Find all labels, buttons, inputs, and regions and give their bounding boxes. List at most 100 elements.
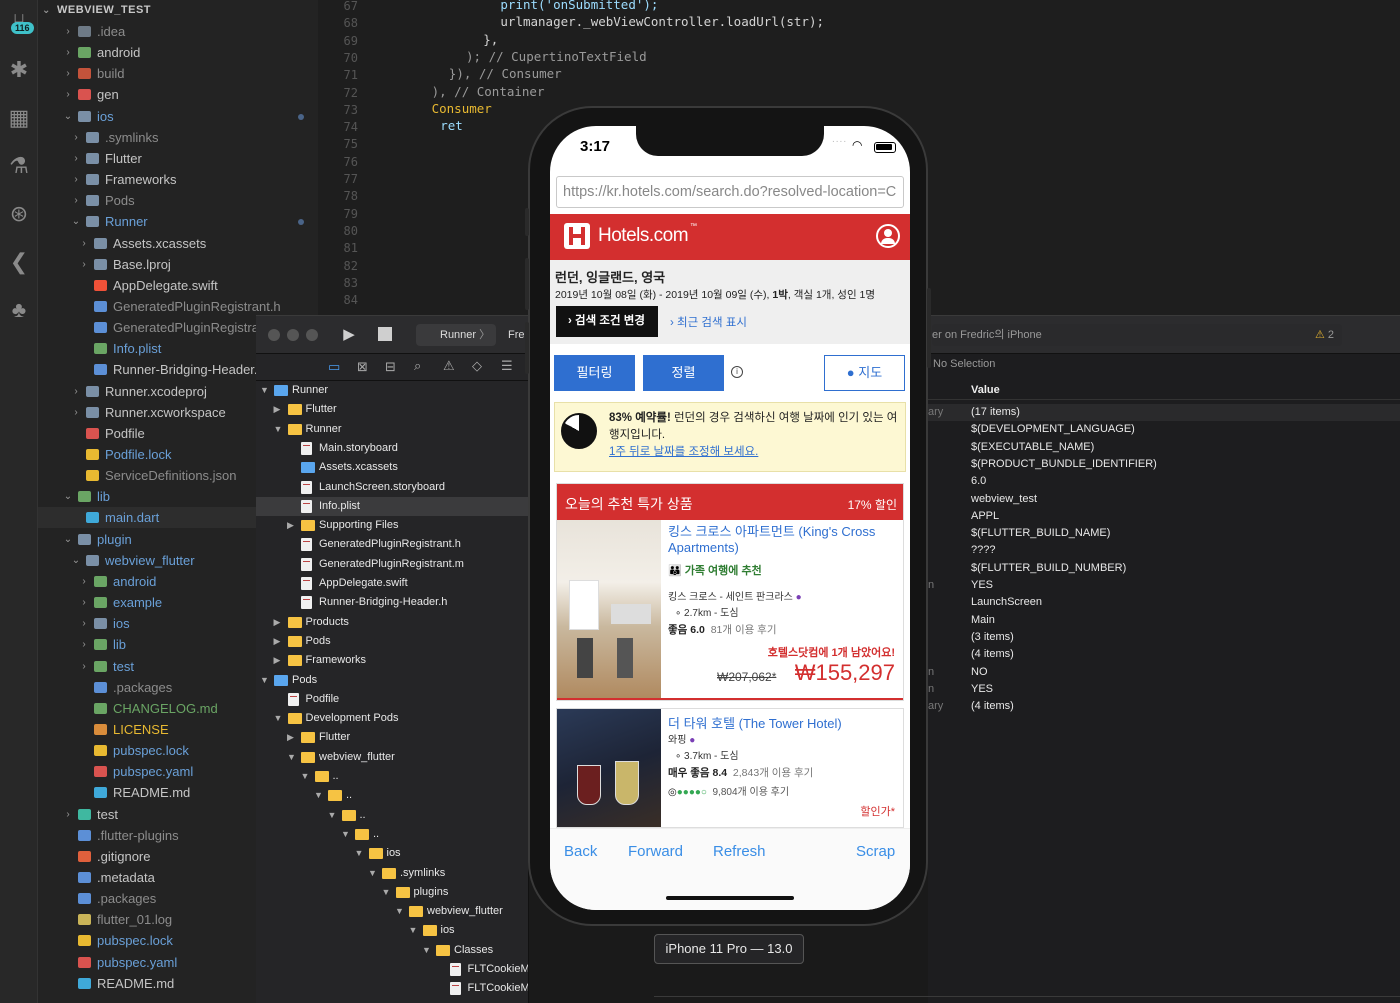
disclosure-open-icon[interactable]: ▼ xyxy=(395,902,404,921)
chevron-right-icon[interactable]: › xyxy=(70,190,82,211)
scheme-selector[interactable]: Runner 〉 xyxy=(416,324,496,346)
navigator-item[interactable]: ▼.. xyxy=(256,806,528,825)
sort-button[interactable]: 정렬 xyxy=(643,355,724,391)
chevron-right-icon[interactable]: › xyxy=(78,233,90,254)
navigator-item[interactable]: Runner-Bridging-Header.h xyxy=(256,593,528,612)
disclosure-open-icon[interactable]: ▼ xyxy=(355,844,364,863)
navigator-item[interactable]: FLTCookieManager.h xyxy=(256,960,528,979)
navigator-item[interactable]: FLTCookieManager.m xyxy=(256,979,528,998)
stop-icon[interactable] xyxy=(378,327,392,341)
plist-row[interactable]: n NO xyxy=(928,664,1400,681)
disclosure-open-icon[interactable]: ▼ xyxy=(274,709,283,728)
debug-icon[interactable]: ✱ xyxy=(5,56,33,84)
navigator-item[interactable]: ▼ webview_flutter xyxy=(256,748,528,767)
disclosure-open-icon[interactable]: ▼ xyxy=(341,825,350,844)
disclosure-closed-icon[interactable]: ▶ xyxy=(274,613,281,632)
scrap-button[interactable]: Scrap xyxy=(856,843,895,860)
chevron-right-icon[interactable]: › xyxy=(78,656,90,677)
chevron-right-icon[interactable]: › xyxy=(78,571,90,592)
zoom-window-button[interactable] xyxy=(306,329,318,341)
map-button[interactable]: ● 지도 xyxy=(824,355,905,391)
info-icon[interactable]: i xyxy=(731,366,743,378)
adjust-dates-link[interactable]: 1주 뒤로 날짜를 조정해 보세요. xyxy=(609,446,758,458)
disclosure-closed-icon[interactable]: ▶ xyxy=(274,632,281,651)
plist-row[interactable]: n YES xyxy=(928,577,1400,594)
chevron-right-icon[interactable]: › xyxy=(70,169,82,190)
disclosure-open-icon[interactable]: ▼ xyxy=(287,748,296,767)
hotels-brand[interactable]: Hotels.com xyxy=(598,225,689,247)
disclosure-closed-icon[interactable]: ▶ xyxy=(287,516,294,535)
explorer-item[interactable]: GeneratedPluginRegistrant.h xyxy=(38,296,318,317)
chevron-down-icon[interactable]: ⌄ xyxy=(62,529,74,550)
project-navigator-icon[interactable]: ▭ xyxy=(328,359,340,375)
chevron-right-icon[interactable]: › xyxy=(78,254,90,275)
plist-row[interactable]: (4 items) xyxy=(928,646,1400,663)
navigator-item[interactable]: ▶ Frameworks xyxy=(256,651,528,670)
flutter-icon[interactable]: ❮ xyxy=(5,248,33,276)
recent-search-link[interactable]: › 최근 검색 표시 xyxy=(670,314,747,330)
navigator-item[interactable]: ▼ Development Pods xyxy=(256,709,528,728)
chevron-right-icon[interactable]: › xyxy=(70,127,82,148)
chevron-down-icon[interactable]: ⌄ xyxy=(70,550,82,571)
chevron-right-icon[interactable]: › xyxy=(62,42,74,63)
disclosure-open-icon[interactable]: ▼ xyxy=(382,883,391,902)
change-search-button[interactable]: › 검색 조건 변경 xyxy=(556,306,658,337)
chevron-down-icon[interactable]: ⌄ xyxy=(70,211,82,232)
refresh-button[interactable]: Refresh xyxy=(713,843,766,860)
explorer-item[interactable]: › gen xyxy=(38,84,318,105)
chevron-right-icon[interactable]: › xyxy=(78,613,90,634)
chevron-right-icon[interactable]: › xyxy=(70,381,82,402)
navigator-item[interactable]: Main.storyboard xyxy=(256,439,528,458)
plist-row[interactable]: $(PRODUCT_BUNDLE_IDENTIFIER) xyxy=(928,456,1400,473)
explorer-item[interactable]: ⌄ Runner xyxy=(38,211,318,232)
chevron-down-icon[interactable]: ⌄ xyxy=(62,106,74,127)
report-navigator-icon[interactable]: ☰ xyxy=(501,358,513,374)
chevron-right-icon[interactable]: › xyxy=(78,634,90,655)
plist-row[interactable]: ary (17 items) xyxy=(928,404,1400,421)
navigator-item[interactable]: ▼ Runner xyxy=(256,420,528,439)
forward-button[interactable]: Forward xyxy=(628,843,683,860)
disclosure-open-icon[interactable]: ▼ xyxy=(409,921,418,940)
explorer-item[interactable]: › build xyxy=(38,63,318,84)
git-graph-icon[interactable]: ⊛ xyxy=(5,200,33,228)
explorer-item[interactable]: ⌄ ios xyxy=(38,106,318,127)
url-input[interactable]: https://kr.hotels.com/search.do?resolved… xyxy=(556,176,904,208)
explorer-item[interactable]: › .symlinks xyxy=(38,127,318,148)
navigator-item[interactable]: ▼ ios xyxy=(256,844,528,863)
navigator-item[interactable]: Assets.xcassets xyxy=(256,458,528,477)
navigator-item[interactable]: ▼ Runner xyxy=(256,381,528,400)
navigator-item[interactable]: ▼.. xyxy=(256,825,528,844)
plist-row[interactable]: ???? xyxy=(928,542,1400,559)
disclosure-open-icon[interactable]: ▼ xyxy=(314,786,323,805)
navigator-item[interactable]: AppDelegate.swift xyxy=(256,574,528,593)
search-icon[interactable]: ⌕ xyxy=(414,358,421,374)
navigator-item[interactable]: ▶ Supporting Files xyxy=(256,516,528,535)
explorer-item[interactable]: › Flutter xyxy=(38,148,318,169)
chevron-right-icon[interactable]: › xyxy=(62,804,74,825)
test-flask-icon[interactable]: ⚗ xyxy=(5,152,33,180)
minimize-window-button[interactable] xyxy=(287,329,299,341)
plist-row[interactable]: APPL xyxy=(928,508,1400,525)
explorer-item[interactable]: › Frameworks xyxy=(38,169,318,190)
disclosure-open-icon[interactable]: ▼ xyxy=(301,767,310,786)
deal-card[interactable]: 오늘의 추천 특가 상품 17% 할인 킹스 크로스 아파트먼트 (King's… xyxy=(556,483,904,701)
navigator-item[interactable]: Info.plist xyxy=(256,496,528,516)
disclosure-closed-icon[interactable]: ▶ xyxy=(287,728,294,747)
back-button[interactable]: Back xyxy=(564,843,597,860)
disclosure-open-icon[interactable]: ▼ xyxy=(328,806,337,825)
chevron-right-icon[interactable]: › xyxy=(70,402,82,423)
explorer-item[interactable]: › Base.lproj xyxy=(38,254,318,275)
issue-navigator-icon[interactable]: ⚠ xyxy=(443,358,455,374)
navigator-item[interactable]: ▶ Flutter xyxy=(256,728,528,747)
navigator-item[interactable]: Podfile xyxy=(256,690,528,709)
hotel1-photo[interactable] xyxy=(557,520,661,698)
chevron-right-icon[interactable]: › xyxy=(62,63,74,84)
source-control-navigator-icon[interactable]: ⊠ xyxy=(357,359,368,375)
test-navigator-icon[interactable]: ◇ xyxy=(472,358,482,374)
navigator-item[interactable]: LaunchScreen.storyboard xyxy=(256,478,528,497)
hotel2-card[interactable]: 더 타워 호텔 (The Tower Hotel) 와핑 ● ∘ 3.7km -… xyxy=(556,708,904,828)
navigator-item[interactable]: ▼ .symlinks xyxy=(256,864,528,883)
explorer-item[interactable]: › android xyxy=(38,42,318,63)
close-window-button[interactable] xyxy=(268,329,280,341)
chevron-right-icon[interactable]: › xyxy=(62,84,74,105)
